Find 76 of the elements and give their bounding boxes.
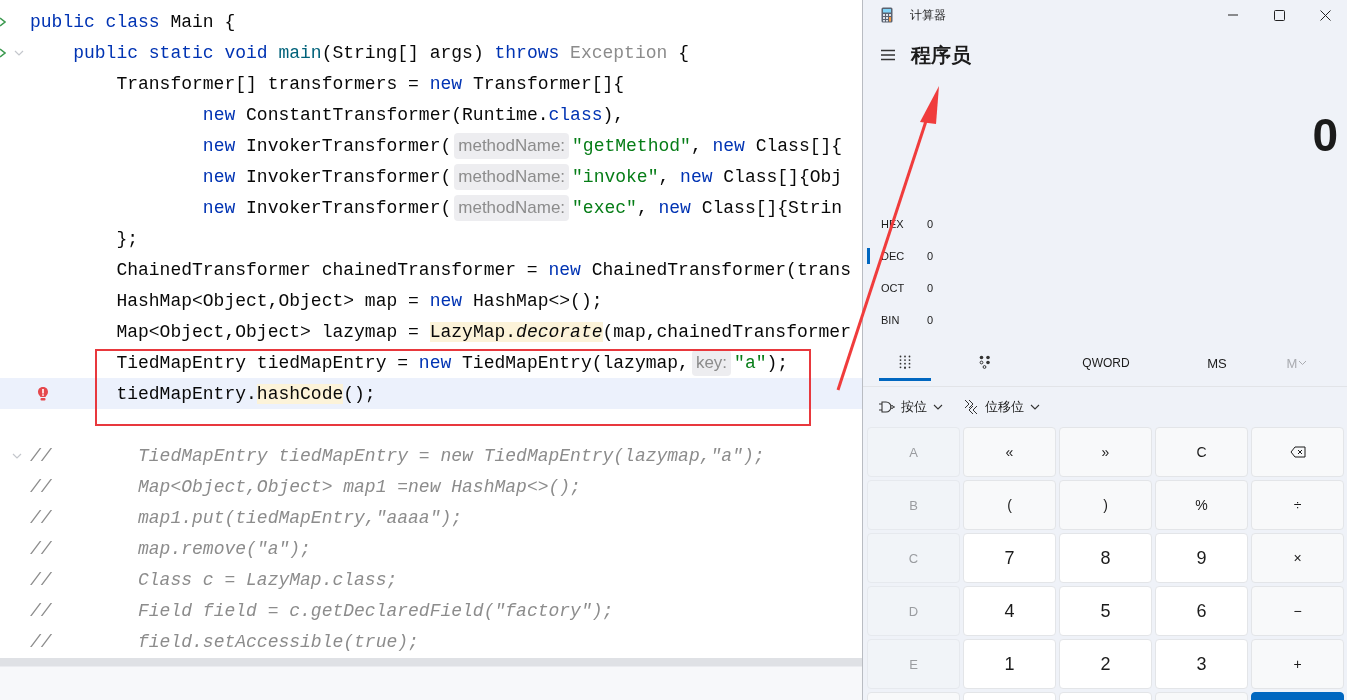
parameter-hint: methodName: xyxy=(454,132,570,159)
memory-button[interactable]: MS xyxy=(1187,345,1247,381)
mode-title: 程序员 xyxy=(911,42,971,68)
calculator-key[interactable]: 5 xyxy=(1059,586,1152,636)
fold-icon[interactable] xyxy=(12,452,22,459)
code-comment: // map.remove("a"); xyxy=(30,538,311,559)
chevron-down-icon xyxy=(1298,360,1308,366)
parameter-hint: key: xyxy=(691,349,732,376)
chevron-down-icon xyxy=(933,404,943,410)
code-text: "exec", new Class[]{Strin xyxy=(572,197,843,218)
code-comment: // Class c = LazyMap.class; xyxy=(30,569,398,590)
bitwise-dropdown[interactable]: 按位 xyxy=(875,391,947,423)
minimize-icon xyxy=(1227,14,1239,16)
warning-bulb-icon[interactable] xyxy=(37,386,49,402)
code-text: }; xyxy=(116,228,138,249)
code-text: TiedMapEntry tiedMapEntry = new TiedMapEntry(lazymap, xyxy=(116,352,689,373)
code-comment: // Field field = c.getDeclaredField("factory"); xyxy=(30,600,614,621)
code-text: public class Main { xyxy=(30,11,236,32)
code-text: new InvokerTransformer( xyxy=(202,197,452,218)
code-text: HashMap<Object,Object> map = new HashMap<>(); xyxy=(116,290,603,311)
calculator-key[interactable]: % xyxy=(1155,480,1248,530)
code-text: "getMethod", new Class[]{ xyxy=(572,135,843,156)
calculator-key[interactable]: + xyxy=(1251,639,1344,689)
chevron-down-icon xyxy=(1030,404,1040,410)
backspace-icon xyxy=(1289,446,1306,458)
calculator-key[interactable]: C xyxy=(1155,427,1248,477)
parameter-hint: methodName: xyxy=(454,194,570,221)
calculator-key[interactable]: 7 xyxy=(963,533,1056,583)
calculator-key[interactable]: 9 xyxy=(1155,533,1248,583)
code-text: new ConstantTransformer(Runtime.class), xyxy=(202,104,625,125)
calculator-key[interactable]: × xyxy=(1251,533,1344,583)
code-comment: // Map<Object,Object> map1 =new HashMap<>(); xyxy=(30,476,581,497)
calculator-key[interactable]: 1 xyxy=(963,639,1056,689)
calculator-key[interactable]: 8 xyxy=(1059,533,1152,583)
calculator-key[interactable]: « xyxy=(963,427,1056,477)
code-comment: // field.setAccessible(true); xyxy=(30,631,419,652)
code-text: new InvokerTransformer( xyxy=(202,135,452,156)
code-comment: // map1.put(tiedMapEntry,"aaaa"); xyxy=(30,507,463,528)
code-text: tiedMapEntry.hashCode(); xyxy=(116,383,376,404)
code-text: ChainedTransformer chainedTransformer = new ChainedTransformer(trans xyxy=(116,259,851,280)
radix-row[interactable]: BIN 0 xyxy=(863,304,1001,336)
run-icon[interactable] xyxy=(0,47,6,58)
window-title: 计算器 xyxy=(910,6,946,24)
calculator-icon xyxy=(881,7,893,23)
calculator-key[interactable]: » xyxy=(1059,427,1152,477)
code-text: Transformer[] transformers = new Transformer[]{ xyxy=(116,73,625,94)
calculator-key[interactable]: 4 xyxy=(963,586,1056,636)
word-size-button[interactable]: QWORD xyxy=(1058,345,1154,381)
calculator-key[interactable]: ÷ xyxy=(1251,480,1344,530)
calculator-key[interactable]: ( xyxy=(963,480,1056,530)
code-text: "a"); xyxy=(734,352,789,373)
radix-row[interactable]: OCT 0 xyxy=(863,272,1001,304)
code-comment: // TiedMapEntry tiedMapEntry = new TiedMapEntry(lazymap,"a"); xyxy=(30,445,765,466)
shift-arrows-icon xyxy=(963,399,979,415)
close-icon xyxy=(1319,9,1331,21)
fold-icon[interactable] xyxy=(14,49,24,56)
calculator-key[interactable]: 3 xyxy=(1155,639,1248,689)
result-display: 0 xyxy=(1312,108,1338,162)
logic-gate-icon xyxy=(879,400,895,414)
code-text: new InvokerTransformer( xyxy=(202,166,452,187)
code-text: Map<Object,Object> lazymap = LazyMap.decorate(map,chainedTransformer xyxy=(116,321,851,342)
maximize-icon xyxy=(1273,9,1285,21)
horizontal-scrollbar[interactable] xyxy=(0,658,862,666)
code-text: "invoke", new Class[]{Obj xyxy=(572,166,843,187)
calculator-key[interactable]: 6 xyxy=(1155,586,1248,636)
code-text: public static void main(String[] args) throws Exception { xyxy=(73,42,689,63)
dots-icon xyxy=(979,354,991,369)
backspace-key[interactable] xyxy=(1251,427,1344,477)
run-icon[interactable] xyxy=(0,16,6,27)
calculator-key[interactable]: 2 xyxy=(1059,639,1152,689)
parameter-hint: methodName: xyxy=(454,163,570,190)
calculator-key[interactable]: − xyxy=(1251,586,1344,636)
calculator-key[interactable]: ) xyxy=(1059,480,1152,530)
keypad-icon xyxy=(899,354,911,369)
bit-shift-dropdown[interactable]: 位移位 xyxy=(959,391,1044,423)
menu-icon xyxy=(880,49,896,61)
